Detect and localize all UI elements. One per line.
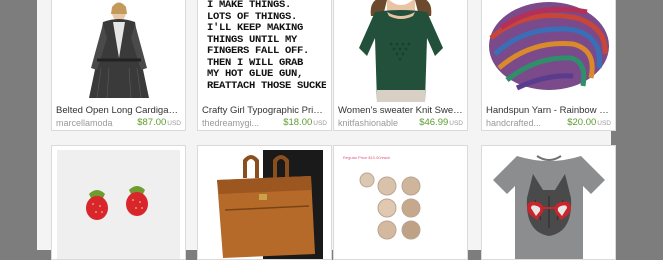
listing-title[interactable]: Handspun Yarn - Rainbow M... [486, 105, 612, 117]
listing-price: $20.00USD [567, 117, 611, 128]
listing-card-mineral-makeup[interactable]: Regular Price $10.00/each [333, 145, 468, 260]
typography-poster[interactable]: I MAKE THINGS. LOTS OF THINGS. I'LL KEEP… [203, 0, 326, 102]
listing-grid: Belted Open Long Cardigan /... marcellam… [37, 0, 616, 260]
cardigan-photo[interactable] [57, 0, 180, 102]
shop-name[interactable]: knitfashionable [338, 118, 413, 129]
cat-tshirt-photo[interactable] [487, 150, 610, 259]
listing-title[interactable]: Women's sweater Knit Sweat... [338, 105, 464, 117]
listing-card-rainbow-yarn[interactable]: Handspun Yarn - Rainbow M... handcrafted… [481, 0, 616, 131]
listing-card-typographic-print[interactable]: I MAKE THINGS. LOTS OF THINGS. I'LL KEEP… [197, 0, 332, 131]
listing-price: $18.00USD [283, 117, 327, 128]
green-sweater-photo[interactable] [339, 0, 462, 102]
listing-card-green-sweater[interactable]: Women's sweater Knit Sweat... knitfashio… [333, 0, 468, 131]
listing-card-cat-tshirt[interactable] [481, 145, 616, 260]
shop-name[interactable]: marcellamoda [56, 118, 131, 129]
listing-title[interactable]: Crafty Girl Typographic Print. ... [202, 105, 328, 117]
rainbow-yarn-photo[interactable] [487, 0, 610, 102]
strawberry-earrings-photo[interactable] [57, 150, 180, 259]
listing-card-strawberry-earrings[interactable] [51, 145, 186, 260]
mineral-makeup-photo[interactable]: Regular Price $10.00/each [339, 150, 462, 259]
shop-name[interactable]: thedreamygi... [202, 118, 277, 129]
listing-title[interactable]: Belted Open Long Cardigan /... [56, 105, 182, 117]
listing-price: $87.00USD [137, 117, 181, 128]
cosmetics-price-tag: Regular Price $10.00/each [343, 155, 391, 160]
leather-bag-photo[interactable] [203, 150, 326, 259]
listing-price: $46.99USD [419, 117, 463, 128]
listing-card-leather-bag[interactable] [197, 145, 332, 260]
poster-text: I MAKE THINGS. LOTS OF THINGS. I'LL KEEP… [207, 0, 326, 92]
shop-name[interactable]: handcrafted... [486, 118, 561, 129]
listing-card-cardigan[interactable]: Belted Open Long Cardigan /... marcellam… [51, 0, 186, 131]
